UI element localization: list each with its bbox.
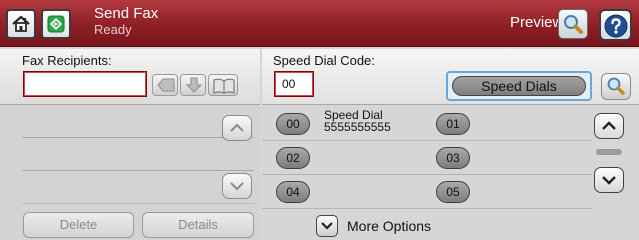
speed-dial-entry[interactable]: 05 [436,181,470,203]
preview-button[interactable] [558,9,588,39]
speed-dial-entry[interactable]: 03 [436,147,470,169]
list-scroll-up-button[interactable] [222,115,252,141]
recipients-header: Fax Recipients: [0,49,260,105]
speed-dial-scroll-up-button[interactable] [594,113,624,139]
chevron-down-icon [321,222,333,230]
title-bar: Send Fax Ready Preview [0,0,639,47]
details-button[interactable]: Details [142,212,254,238]
scrollbar-thumb[interactable] [596,149,622,155]
speed-dial-search-button[interactable] [601,73,631,100]
chevron-down-icon [230,182,244,191]
backspace-icon [157,78,175,92]
home-icon [12,15,30,32]
speed-dial-number: 5555555555 [324,120,391,134]
recipients-panel: Fax Recipients: Delete Details [0,49,260,240]
speed-dial-entry[interactable]: 00 [276,113,310,135]
chevron-down-icon [602,176,616,185]
start-fax-icon [47,15,65,33]
home-button[interactable] [6,9,36,39]
more-options-button[interactable] [316,215,338,237]
start-fax-button[interactable] [41,9,71,39]
backspace-button[interactable] [152,74,178,96]
more-options-label[interactable]: More Options [347,218,431,234]
magnifier-icon [564,15,583,34]
help-icon [604,14,628,38]
speed-dial-code-input[interactable]: 00 [274,71,314,97]
speed-dial-row: 04 05 [262,175,592,209]
preview-label: Preview [510,14,564,31]
recipients-label: Fax Recipients: [22,53,112,68]
add-recipient-button[interactable] [180,74,206,96]
magnifier-icon [607,77,625,95]
chevron-up-icon [230,123,244,132]
down-arrow-icon [185,77,203,93]
speed-dial-header: Speed Dial Code: 00 Speed Dials [262,49,639,105]
page-title: Send Fax [94,5,159,22]
recipients-list[interactable] [22,105,254,207]
speed-dial-code-label: Speed Dial Code: [273,53,375,68]
speed-dial-panel: Speed Dial Code: 00 Speed Dials 00 Speed… [262,49,639,240]
list-item[interactable] [22,105,254,138]
status-text: Ready [94,22,132,37]
list-item[interactable] [22,171,254,204]
speed-dial-entry[interactable]: 04 [276,181,310,203]
phonebook-icon [213,78,235,94]
list-scroll-down-button[interactable] [222,173,252,199]
speed-dial-row: 00 Speed Dial 5555555555 01 [262,107,592,141]
speed-dial-entry[interactable]: 01 [436,113,470,135]
help-button[interactable] [599,9,632,41]
recipients-input[interactable] [23,71,147,97]
speed-dial-scroll-down-button[interactable] [594,167,624,193]
chevron-up-icon [602,121,616,130]
speed-dial-entry[interactable]: 02 [276,147,310,169]
list-item[interactable] [22,138,254,171]
delete-button[interactable]: Delete [23,212,134,238]
speed-dials-focus: Speed Dials [446,71,592,101]
phonebook-button[interactable] [208,74,238,96]
speed-dial-grid: 00 Speed Dial 5555555555 01 02 03 04 05 [262,107,592,209]
speed-dial-row: 02 03 [262,141,592,175]
speed-dials-button[interactable]: Speed Dials [452,76,586,96]
